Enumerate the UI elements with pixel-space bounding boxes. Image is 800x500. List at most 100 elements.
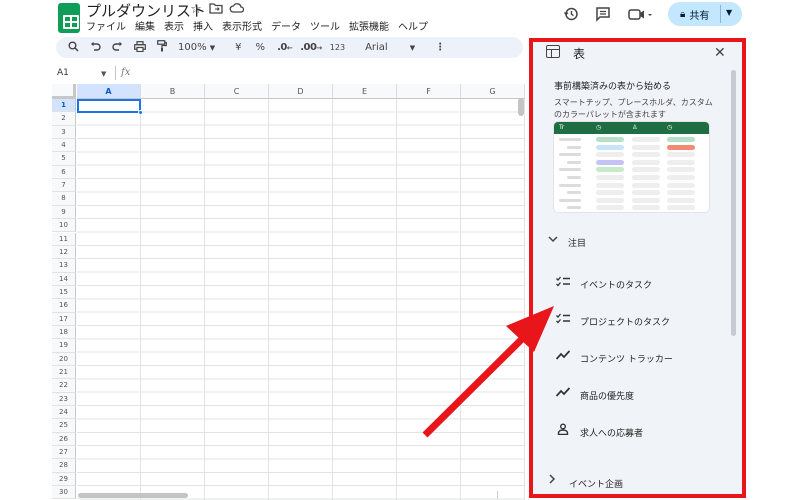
- menu-file[interactable]: ファイル: [86, 18, 126, 33]
- increase-decimal-button[interactable]: .00→: [300, 42, 322, 53]
- history-icon[interactable]: [560, 6, 582, 28]
- row-header-30[interactable]: 30: [52, 486, 76, 500]
- column-header-b[interactable]: B: [141, 84, 205, 99]
- row-header-1[interactable]: 1: [52, 99, 76, 113]
- font-select[interactable]: Arial ▼: [365, 42, 415, 53]
- person-icon: [555, 423, 571, 438]
- zoom-value: 100%: [178, 42, 207, 53]
- row-header-14[interactable]: 14: [52, 272, 76, 286]
- template-job-applicants[interactable]: 求人への応募者: [580, 426, 643, 439]
- meet-icon[interactable]: [626, 6, 656, 28]
- vertical-scrollbar[interactable]: [518, 98, 524, 116]
- row-header-19[interactable]: 19: [52, 339, 76, 353]
- menu-help[interactable]: ヘルプ: [398, 18, 428, 33]
- number-format-button[interactable]: 123: [330, 43, 345, 52]
- row-header-2[interactable]: 2: [52, 112, 76, 126]
- chevron-down-icon[interactable]: ▼: [726, 8, 732, 17]
- row-header-10[interactable]: 10: [52, 219, 76, 233]
- menu-format[interactable]: 表示形式: [222, 18, 262, 33]
- selected-cell[interactable]: [77, 99, 141, 113]
- template-project-tasks[interactable]: プロジェクトのタスク: [580, 315, 670, 328]
- star-icon[interactable]: ☆: [188, 2, 204, 18]
- column-header-e[interactable]: E: [333, 84, 397, 99]
- undo-icon[interactable]: [90, 41, 101, 54]
- row-header-5[interactable]: 5: [52, 152, 76, 166]
- fx-icon: fx: [121, 67, 131, 78]
- share-button[interactable]: 🔒︎ 共有 ▼: [668, 2, 742, 26]
- row-header-13[interactable]: 13: [52, 259, 76, 273]
- template-content-tracker[interactable]: コンテンツ トラッカー: [580, 352, 673, 365]
- row-header-16[interactable]: 16: [52, 299, 76, 313]
- row-header-21[interactable]: 21: [52, 366, 76, 380]
- horizontal-scrollbar[interactable]: [78, 493, 188, 498]
- cloud-status-icon[interactable]: [228, 2, 244, 18]
- menu-bar: ファイル 編集 表示 挿入 表示形式 データ ツール 拡張機能 ヘルプ: [86, 18, 428, 33]
- row-header-11[interactable]: 11: [52, 232, 76, 246]
- row-header-4[interactable]: 4: [52, 139, 76, 153]
- sheets-logo[interactable]: [58, 3, 80, 33]
- row-header-3[interactable]: 3: [52, 125, 76, 140]
- menu-view[interactable]: 表示: [164, 18, 184, 33]
- search-menus-icon[interactable]: [68, 41, 79, 55]
- decrease-decimal-button[interactable]: .0←: [277, 42, 293, 53]
- row-header-25[interactable]: 25: [52, 419, 76, 433]
- column-header-c[interactable]: C: [205, 84, 269, 99]
- table-preview-image[interactable]: Tr ◷ ♙ ◷: [554, 122, 709, 212]
- spreadsheet-grid[interactable]: ABCDEFG 1 2 3 4 5 6 7 8 9 10 11 12 13 14 15 16 17 18 19 20 2…: [52, 84, 525, 500]
- row-header-24[interactable]: 24: [52, 406, 76, 420]
- row-header-18[interactable]: 18: [52, 325, 76, 340]
- row-header-29[interactable]: 29: [52, 472, 76, 487]
- redo-icon[interactable]: [112, 41, 123, 54]
- row-header-22[interactable]: 22: [52, 379, 76, 393]
- chevron-down-icon[interactable]: [548, 233, 558, 246]
- preview-row: [554, 204, 709, 212]
- row-header-9[interactable]: 9: [52, 205, 76, 220]
- row-header-17[interactable]: 17: [52, 312, 76, 326]
- zoom-select[interactable]: 100% ▼: [178, 42, 215, 53]
- column-header-d[interactable]: D: [269, 84, 333, 99]
- column-header-a[interactable]: A: [77, 84, 141, 99]
- trend-icon: [555, 387, 571, 400]
- row-header-15[interactable]: 15: [52, 285, 76, 300]
- select-all-corner[interactable]: [52, 84, 76, 99]
- template-product-priority[interactable]: 商品の優先度: [580, 389, 634, 402]
- pinned-section-label[interactable]: 注目: [568, 236, 586, 249]
- print-icon[interactable]: [134, 40, 146, 55]
- comment-icon[interactable]: [592, 6, 614, 28]
- toolbar: 100% ▼ ¥ % .0← .00→ 123 Arial ▼ ⋮: [56, 37, 541, 58]
- prebuilt-tables-description: スマートチップ、プレースホルダ、カスタムのカラーパレットが含まれます: [554, 98, 713, 119]
- fill-handle[interactable]: [138, 110, 143, 115]
- chevron-down-icon[interactable]: ▼: [101, 70, 106, 78]
- menu-tools[interactable]: ツール: [310, 18, 340, 33]
- row-header-7[interactable]: 7: [52, 179, 76, 193]
- paint-format-icon[interactable]: [157, 40, 167, 55]
- row-header-12[interactable]: 12: [52, 245, 76, 260]
- panel-scrollbar[interactable]: [731, 70, 736, 336]
- row-header-27[interactable]: 27: [52, 446, 76, 460]
- menu-extensions[interactable]: 拡張機能: [349, 18, 389, 33]
- row-header-8[interactable]: 8: [52, 192, 76, 206]
- menu-edit[interactable]: 編集: [135, 18, 155, 33]
- menu-insert[interactable]: 挿入: [193, 18, 213, 33]
- row-header-20[interactable]: 20: [52, 352, 76, 366]
- menu-data[interactable]: データ: [271, 18, 301, 33]
- column-header-f[interactable]: F: [397, 84, 461, 99]
- move-folder-icon[interactable]: [208, 2, 224, 18]
- percent-format-button[interactable]: %: [256, 42, 266, 53]
- font-value: Arial: [365, 42, 388, 53]
- event-planning-section[interactable]: イベント企画: [569, 477, 623, 490]
- column-header-g[interactable]: G: [461, 84, 525, 99]
- close-icon[interactable]: ✕: [714, 45, 726, 61]
- row-header-23[interactable]: 23: [52, 392, 76, 407]
- template-event-tasks[interactable]: イベントのタスク: [580, 278, 652, 291]
- row-header-26[interactable]: 26: [52, 432, 76, 447]
- row-header-6[interactable]: 6: [52, 165, 76, 180]
- table-icon: [546, 45, 560, 58]
- more-options-icon[interactable]: ⋮: [435, 42, 445, 53]
- cell-area[interactable]: [77, 99, 525, 500]
- panel-title: 表: [573, 47, 586, 61]
- chevron-right-icon[interactable]: [549, 474, 556, 487]
- currency-format-button[interactable]: ¥: [235, 42, 241, 53]
- row-header-28[interactable]: 28: [52, 459, 76, 473]
- name-box[interactable]: A1: [57, 68, 69, 78]
